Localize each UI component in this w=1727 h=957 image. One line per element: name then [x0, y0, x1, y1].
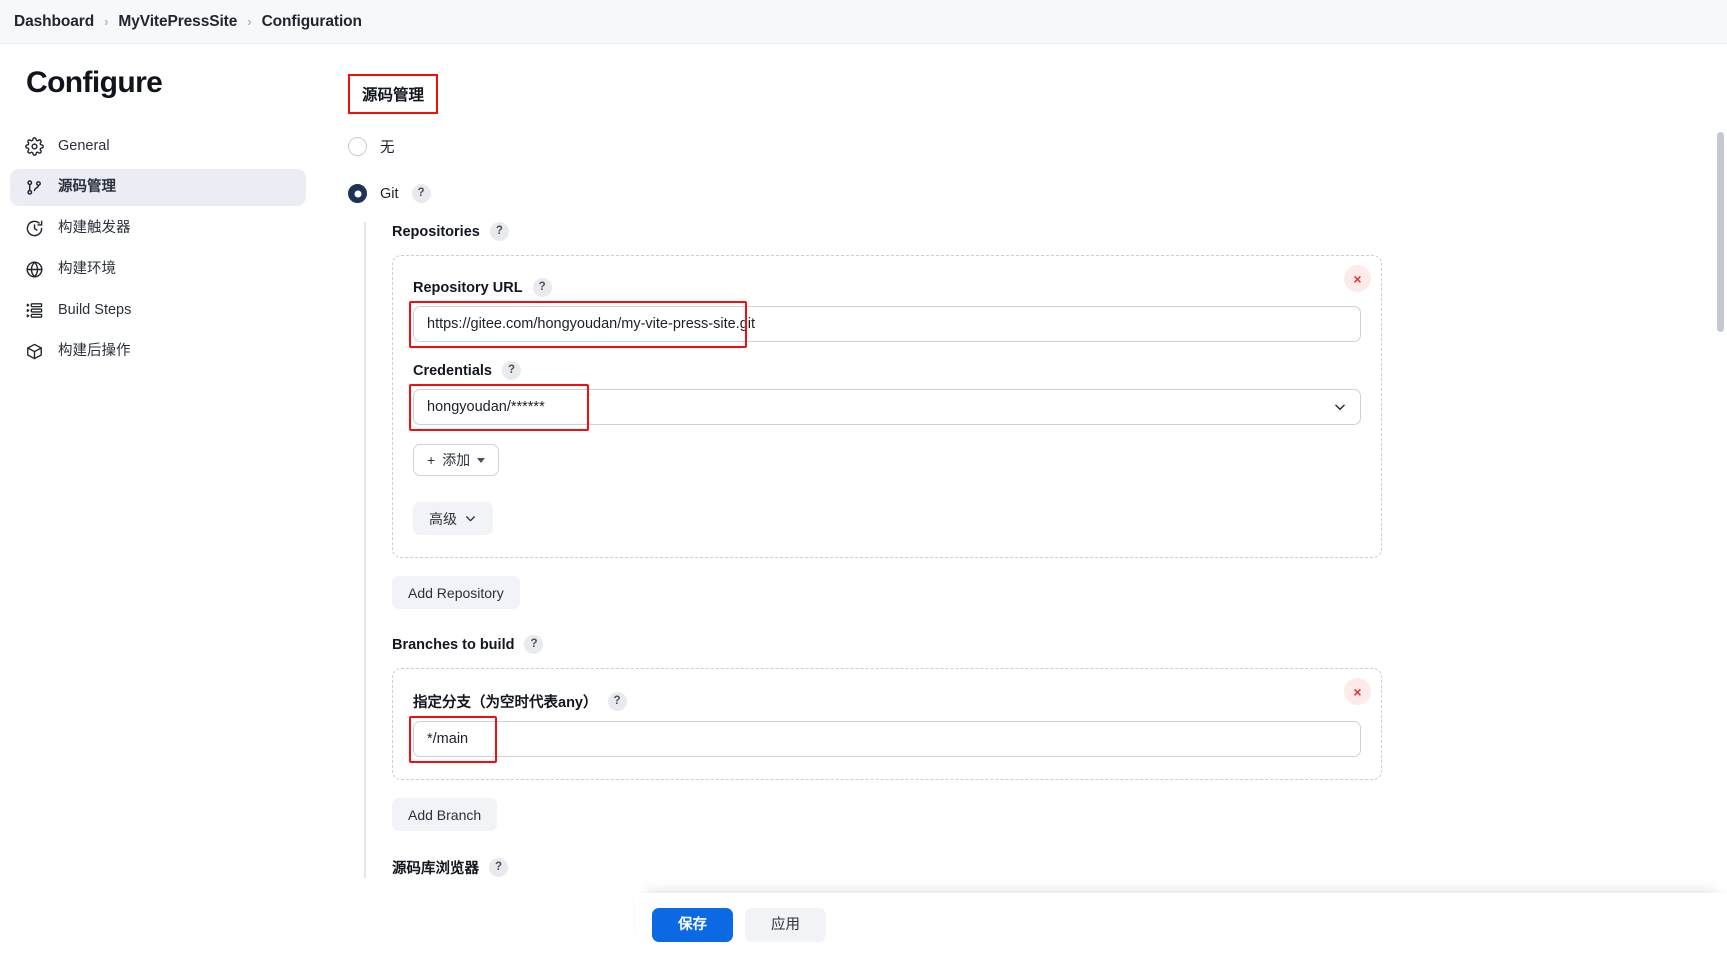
breadcrumb-item-project[interactable]: MyVitePressSite: [118, 13, 237, 31]
repository-browser-label: 源码库浏览器: [392, 857, 479, 878]
branches-label: Branches to build: [392, 637, 514, 653]
page-scrollbar[interactable]: [1717, 88, 1724, 957]
help-icon-branch-specifier[interactable]: ?: [608, 692, 627, 711]
branch-block: × 指定分支（为空时代表any） ?: [392, 668, 1382, 780]
add-credentials-prefix: +: [427, 453, 435, 467]
help-icon-repositories[interactable]: ?: [490, 222, 509, 241]
sidebar-item-label: 构建触发器: [58, 221, 131, 236]
breadcrumb-separator: ›: [247, 14, 251, 29]
package-icon: [24, 342, 44, 362]
radio-label: Git: [380, 186, 399, 202]
branch-specifier-row: 指定分支（为空时代表any） ?: [413, 691, 1361, 757]
sidebar-item-build-steps[interactable]: Build Steps: [10, 292, 306, 329]
advanced-label: 高级: [429, 512, 457, 526]
branch-specifier-label-row: 指定分支（为空时代表any） ?: [413, 691, 1361, 712]
repository-url-label: Repository URL: [413, 280, 523, 296]
help-icon-credentials[interactable]: ?: [502, 361, 521, 380]
add-credentials-label: 添加: [442, 453, 470, 467]
repository-browser-row: 源码库浏览器 ?: [392, 857, 1727, 878]
radio-circle-icon: [348, 137, 367, 156]
main-content: 源码管理 无 Git ? Repositories ? ×: [318, 44, 1727, 957]
repository-url-label-row: Repository URL ?: [413, 278, 1361, 297]
advanced-row: 高级: [413, 502, 1361, 535]
help-icon-repository-browser[interactable]: ?: [489, 858, 508, 877]
branches-label-row: Branches to build ?: [392, 635, 1727, 654]
sidebar-item-label: Build Steps: [58, 303, 131, 318]
sidebar-item-build-triggers[interactable]: 构建触发器: [10, 210, 306, 247]
save-button[interactable]: 保存: [652, 908, 733, 942]
breadcrumb-item-dashboard[interactable]: Dashboard: [14, 13, 94, 31]
clock-icon: [24, 219, 44, 239]
sidebar-item-source-code-management[interactable]: 源码管理: [10, 169, 306, 206]
breadcrumb-item-configuration[interactable]: Configuration: [262, 13, 362, 31]
apply-button[interactable]: 应用: [745, 908, 826, 942]
add-branch-row: Add Branch: [392, 798, 1727, 831]
radio-circle-checked-icon: [348, 184, 367, 203]
help-icon-branches[interactable]: ?: [524, 635, 543, 654]
globe-icon: [24, 260, 44, 280]
list-icon: [24, 301, 44, 321]
credentials-row: Credentials ? hongyoudan/******: [413, 361, 1361, 425]
sidebar-item-post-build-actions[interactable]: 构建后操作: [10, 333, 306, 370]
branch-icon: [24, 178, 44, 198]
credentials-label: Credentials: [413, 363, 492, 379]
credentials-select[interactable]: hongyoudan/******: [413, 389, 1361, 425]
sidebar-item-general[interactable]: General: [10, 128, 306, 165]
help-icon-git[interactable]: ?: [412, 184, 431, 203]
add-credentials-row: + 添加: [413, 444, 1361, 476]
help-icon-repository-url[interactable]: ?: [533, 278, 552, 297]
sidebar-item-label: 构建后操作: [58, 344, 131, 359]
radio-scm-git[interactable]: Git ?: [348, 179, 1727, 208]
repositories-label: Repositories: [392, 224, 480, 240]
sidebar-item-label: 源码管理: [58, 180, 116, 195]
caret-down-icon: [477, 458, 485, 463]
page-body: Configure General: [0, 44, 1727, 957]
add-credentials-button[interactable]: + 添加: [413, 444, 499, 476]
section-title-scm: 源码管理: [348, 74, 438, 114]
radio-label: 无: [380, 136, 395, 157]
scrollbar-thumb[interactable]: [1717, 132, 1724, 332]
git-settings-block: Repositories ? × Repository URL ?: [364, 222, 1727, 878]
add-repository-row: Add Repository: [392, 576, 1727, 609]
repositories-label-row: Repositories ?: [392, 222, 1727, 241]
advanced-toggle-button[interactable]: 高级: [413, 502, 493, 535]
repository-block: × Repository URL ? Credentia: [392, 255, 1382, 558]
sidebar-item-label: General: [58, 139, 110, 154]
gear-icon: [24, 137, 44, 157]
radio-scm-none[interactable]: 无: [348, 131, 1727, 162]
breadcrumb-separator: ›: [104, 14, 108, 29]
branch-specifier-label: 指定分支（为空时代表any）: [413, 691, 598, 712]
branch-specifier-input[interactable]: [413, 721, 1361, 757]
breadcrumb: Dashboard › MyVitePressSite › Configurat…: [0, 0, 1727, 44]
add-repository-button[interactable]: Add Repository: [392, 576, 520, 609]
credentials-label-row: Credentials ?: [413, 361, 1361, 380]
page-title: Configure: [0, 66, 318, 100]
add-branch-button[interactable]: Add Branch: [392, 798, 497, 831]
credentials-selected-value: hongyoudan/******: [427, 399, 545, 415]
repository-url-input[interactable]: [413, 306, 1361, 342]
sidebar: Configure General: [0, 44, 318, 957]
repository-url-row: Repository URL ?: [413, 278, 1361, 342]
chevron-down-icon: [464, 512, 477, 525]
delete-repository-button[interactable]: ×: [1344, 265, 1371, 292]
sidebar-nav: General 源码管理: [0, 128, 318, 370]
sidebar-item-build-environment[interactable]: 构建环境: [10, 251, 306, 288]
sidebar-item-label: 构建环境: [58, 262, 116, 277]
delete-branch-button[interactable]: ×: [1344, 678, 1371, 705]
form-action-bar: 保存 应用: [636, 893, 1727, 957]
